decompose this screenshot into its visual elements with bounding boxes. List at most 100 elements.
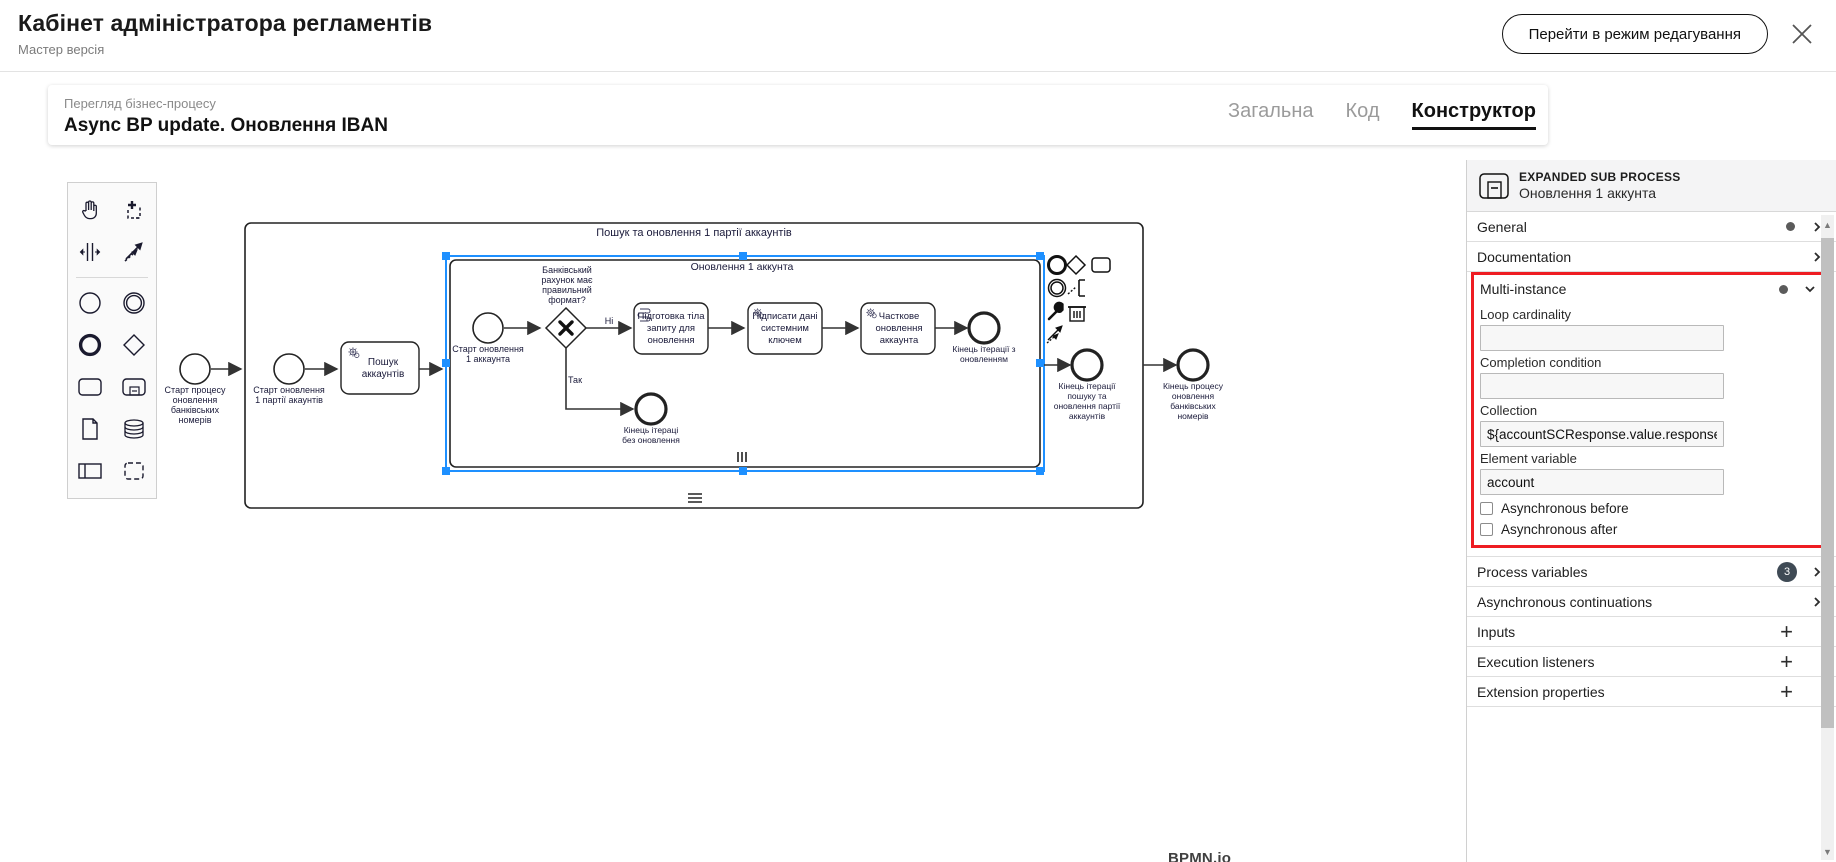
svg-text:Кінець процесу: Кінець процесу xyxy=(1163,381,1224,391)
element-name: Оновлення 1 аккунта xyxy=(1519,185,1657,201)
group-multi-instance-label: Multi-instance xyxy=(1480,281,1567,297)
asynchronous-after-label: Asynchronous after xyxy=(1501,522,1618,537)
panel-scrollbar-thumb[interactable] xyxy=(1821,238,1834,728)
breadcrumb: Перегляд бізнес-процесу xyxy=(64,96,216,111)
svg-text:1 партії акаунтів: 1 партії акаунтів xyxy=(255,395,323,405)
svg-text:Так: Так xyxy=(568,375,582,385)
group-execution-listeners-label: Execution listeners xyxy=(1477,653,1595,670)
tab-bar: Загальна Код Конструктор xyxy=(1228,85,1536,145)
collection-input[interactable] xyxy=(1480,421,1724,447)
svg-text:1 аккаунта: 1 аккаунта xyxy=(466,354,510,364)
multi-instance-section[interactable]: Multi-instance Loop cardinality Completi… xyxy=(1471,272,1829,548)
group-process-variables-label: Process variables xyxy=(1477,563,1588,580)
chevron-down-icon xyxy=(1804,283,1816,295)
bpmn-diagram[interactable]: Пошук та оновлення 1 партії аккаунтів Он… xyxy=(0,160,1443,862)
group-documentation-label: Documentation xyxy=(1477,248,1572,265)
svg-text:формат?: формат? xyxy=(548,295,586,305)
asynchronous-before-checkbox[interactable] xyxy=(1480,502,1493,515)
group-process-variables[interactable]: Process variables 3 xyxy=(1467,557,1836,587)
context-connect-icon xyxy=(1067,279,1085,297)
tab-general[interactable]: Загальна xyxy=(1228,101,1313,130)
svg-text:Кінець ітераці: Кінець ітераці xyxy=(624,425,679,435)
svg-text:банківських: банківських xyxy=(171,405,220,415)
element-variable-input[interactable] xyxy=(1480,469,1724,495)
svg-text:оновлення: оновлення xyxy=(173,395,218,405)
group-asynchronous-continuations-label: Asynchronous continuations xyxy=(1477,593,1653,610)
start-event-account xyxy=(472,312,504,344)
properties-group-list[interactable]: General Documentation Multi-instance Loo… xyxy=(1467,212,1836,862)
svg-text:Часткове: Часткове xyxy=(879,311,920,322)
svg-text:без оновлення: без оновлення xyxy=(622,435,680,445)
group-asynchronous-continuations[interactable]: Asynchronous continuations xyxy=(1467,587,1836,617)
context-task-icon xyxy=(1091,257,1111,273)
group-general[interactable]: General xyxy=(1467,212,1836,242)
svg-text:Підписати дані: Підписати дані xyxy=(752,311,817,322)
tab-constructor[interactable]: Конструктор xyxy=(1411,101,1536,130)
svg-text:пошуку та: пошуку та xyxy=(1067,391,1107,401)
scroll-down-icon[interactable]: ▼ xyxy=(1821,844,1834,860)
svg-text:правильний: правильний xyxy=(542,285,592,295)
svg-text:Кінець ітерації з: Кінець ітерації з xyxy=(952,344,1015,354)
svg-text:Банківський: Банківський xyxy=(542,265,592,275)
svg-text:системним: системним xyxy=(761,323,809,334)
end-event-iteration-no-update xyxy=(634,392,668,426)
group-extension-properties[interactable]: Extension properties + xyxy=(1467,677,1836,707)
end-event-iteration-updated xyxy=(967,311,1001,345)
group-dot xyxy=(1786,222,1795,231)
context-trash-icon xyxy=(1068,306,1086,322)
collection-label: Collection xyxy=(1480,403,1538,418)
svg-text:Старт оновлення: Старт оновлення xyxy=(253,385,325,395)
end-event-process xyxy=(1176,348,1210,382)
asynchronous-before-row[interactable]: Asynchronous before xyxy=(1480,501,1818,516)
svg-text:Старт процесу: Старт процесу xyxy=(165,385,226,395)
properties-panel[interactable]: EXPANDED SUB PROCESS Оновлення 1 аккунта… xyxy=(1466,160,1836,862)
app-subtitle: Мастер версія xyxy=(18,42,105,57)
plus-icon[interactable]: + xyxy=(1780,620,1793,643)
group-execution-listeners[interactable]: Execution listeners + xyxy=(1467,647,1836,677)
svg-text:Кінець ітерації: Кінець ітерації xyxy=(1059,381,1117,391)
svg-text:оновлення партії: оновлення партії xyxy=(1054,401,1121,411)
loop-cardinality-label: Loop cardinality xyxy=(1480,307,1572,322)
bpmn-canvas[interactable]: Пошук та оновлення 1 партії аккаунтів Он… xyxy=(0,160,1443,862)
bpmnio-watermark[interactable]: BPMN.io xyxy=(1168,850,1231,862)
section-divider xyxy=(1467,548,1836,557)
page-title: Async BP update. Оновлення IBAN xyxy=(64,115,388,136)
completion-condition-input[interactable] xyxy=(1480,373,1724,399)
svg-text:оновлення: оновлення xyxy=(1172,391,1215,401)
tab-code[interactable]: Код xyxy=(1346,101,1380,130)
start-event-batch xyxy=(273,353,305,385)
group-general-label: General xyxy=(1477,218,1527,235)
context-gateway-icon xyxy=(1065,254,1087,276)
start-event-process xyxy=(179,353,211,385)
group-multi-instance[interactable]: Multi-instance xyxy=(1474,275,1826,303)
plus-icon[interactable]: + xyxy=(1780,650,1793,673)
top-bar: Кабінет адміністратора регламентів Масте… xyxy=(0,0,1836,72)
context-global-connect-icon xyxy=(1046,325,1063,344)
scroll-up-icon[interactable]: ▲ xyxy=(1821,217,1834,233)
group-inputs-label: Inputs xyxy=(1477,623,1516,640)
asynchronous-before-label: Asynchronous before xyxy=(1501,501,1629,516)
subprocess-icon xyxy=(1479,172,1509,199)
group-inputs[interactable]: Inputs + xyxy=(1467,617,1836,647)
outer-pool-label: Пошук та оновлення 1 партії аккаунтів xyxy=(596,227,792,239)
element-type: EXPANDED SUB PROCESS xyxy=(1519,170,1681,184)
svg-text:рахунок має: рахунок має xyxy=(541,275,593,285)
inner-pool-label: Оновлення 1 аккунта xyxy=(691,261,794,273)
svg-text:Старт оновлення: Старт оновлення xyxy=(452,344,524,354)
plus-icon[interactable]: + xyxy=(1780,680,1793,703)
process-variables-badge: 3 xyxy=(1777,561,1797,582)
task-search xyxy=(340,341,420,395)
asynchronous-after-row[interactable]: Asynchronous after xyxy=(1480,522,1818,537)
end-event-batch xyxy=(1070,348,1104,382)
element-variable-label: Element variable xyxy=(1480,451,1577,466)
group-dot xyxy=(1779,284,1788,294)
svg-text:аккаунта: аккаунта xyxy=(880,335,919,346)
group-documentation[interactable]: Documentation xyxy=(1467,242,1836,272)
context-wrench-icon xyxy=(1047,301,1064,321)
loop-cardinality-input[interactable] xyxy=(1480,325,1724,351)
close-icon[interactable] xyxy=(1788,20,1816,48)
svg-text:оновлення: оновлення xyxy=(647,335,694,346)
edit-mode-button[interactable]: Перейти в режим редагування xyxy=(1501,14,1768,54)
asynchronous-after-checkbox[interactable] xyxy=(1480,523,1493,536)
svg-text:ключем: ключем xyxy=(768,335,802,346)
